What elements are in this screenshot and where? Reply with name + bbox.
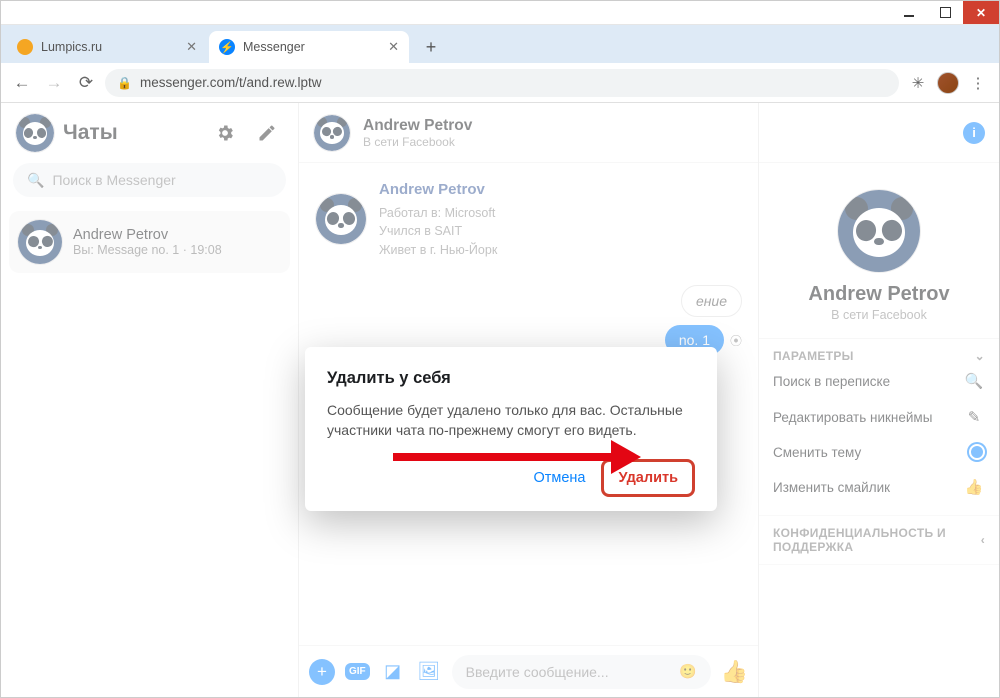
modal-body: Сообщение будет удалено только для вас. … [327,400,695,441]
window-minimize-button[interactable] [891,1,927,24]
reload-button[interactable]: ⟳ [73,70,99,96]
modal-title: Удалить у себя [327,369,695,388]
address-text: messenger.com/t/and.rew.lptw [140,75,322,90]
browser-tab-messenger[interactable]: ⚡ Messenger ✕ [209,31,409,63]
tab-title: Messenger [243,40,305,54]
browser-toolbar: ← → ⟳ 🔒 messenger.com/t/and.rew.lptw ✳ ⋮ [1,63,999,103]
browser-tab-lumpics[interactable]: Lumpics.ru ✕ [7,31,207,63]
delete-button[interactable]: Удалить [601,459,695,497]
address-bar[interactable]: 🔒 messenger.com/t/and.rew.lptw [105,69,899,97]
close-tab-icon[interactable]: ✕ [388,39,399,55]
close-tab-icon[interactable]: ✕ [186,39,197,55]
tab-title: Lumpics.ru [41,40,102,54]
profile-avatar-icon[interactable] [937,72,959,94]
back-button[interactable]: ← [9,70,35,96]
forward-button[interactable]: → [41,70,67,96]
browser-window: Lumpics.ru ✕ ⚡ Messenger ✕ + ← → ⟳ 🔒 mes… [0,0,1000,698]
tab-strip: Lumpics.ru ✕ ⚡ Messenger ✕ + [1,25,999,63]
new-tab-button[interactable]: + [417,33,445,61]
browser-menu-button[interactable]: ⋮ [965,70,991,96]
delete-confirmation-modal: Удалить у себя Сообщение будет удалено т… [305,347,717,511]
favicon-messenger-icon: ⚡ [219,39,235,55]
window-maximize-button[interactable] [927,1,963,24]
window-close-button[interactable] [963,1,999,24]
extension-icon[interactable]: ✳ [905,70,931,96]
lock-icon: 🔒 [117,76,132,90]
favicon-lumpics-icon [17,39,33,55]
window-titlebar [1,1,999,25]
cancel-button[interactable]: Отмена [523,462,595,494]
